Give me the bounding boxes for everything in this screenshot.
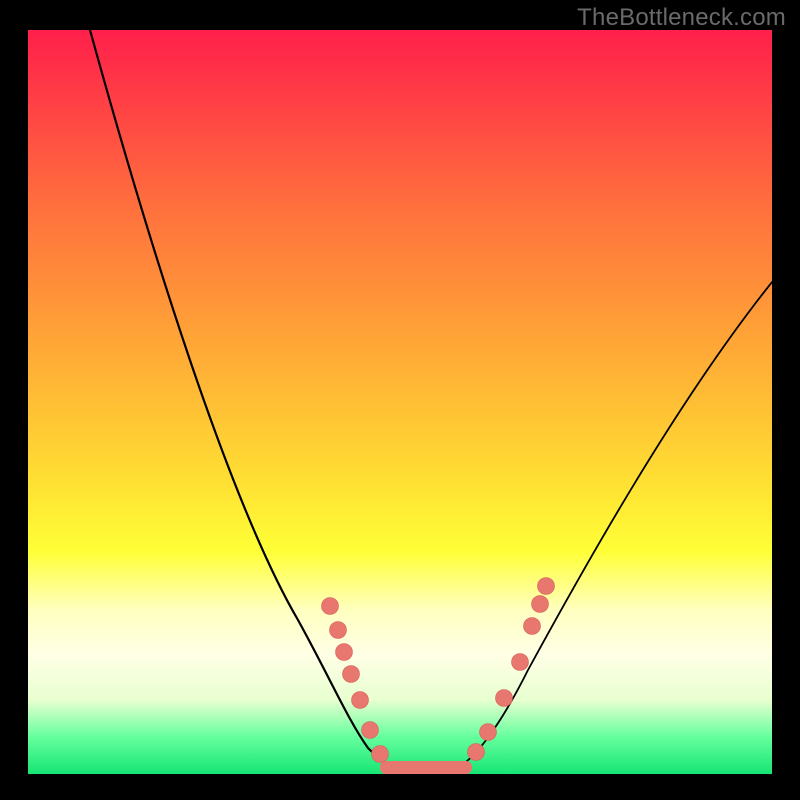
- curve-layer: [28, 30, 772, 774]
- marker-dot: [512, 654, 529, 671]
- marker-dot: [322, 598, 339, 615]
- marker-dot: [336, 644, 353, 661]
- marker-dot: [496, 690, 513, 707]
- plot-area: [28, 30, 772, 774]
- chart-frame: TheBottleneck.com: [0, 0, 800, 800]
- marker-dot: [532, 596, 549, 613]
- marker-dot: [468, 744, 485, 761]
- marker-dot: [538, 578, 555, 595]
- watermark-text: TheBottleneck.com: [577, 4, 786, 32]
- marker-dot: [330, 622, 347, 639]
- marker-dot: [372, 746, 389, 763]
- marker-dot: [362, 722, 379, 739]
- marker-dot: [480, 724, 497, 741]
- valley-bar: [380, 761, 472, 774]
- marker-dot: [524, 618, 541, 635]
- marker-dot: [343, 666, 360, 683]
- marker-dot: [352, 692, 369, 709]
